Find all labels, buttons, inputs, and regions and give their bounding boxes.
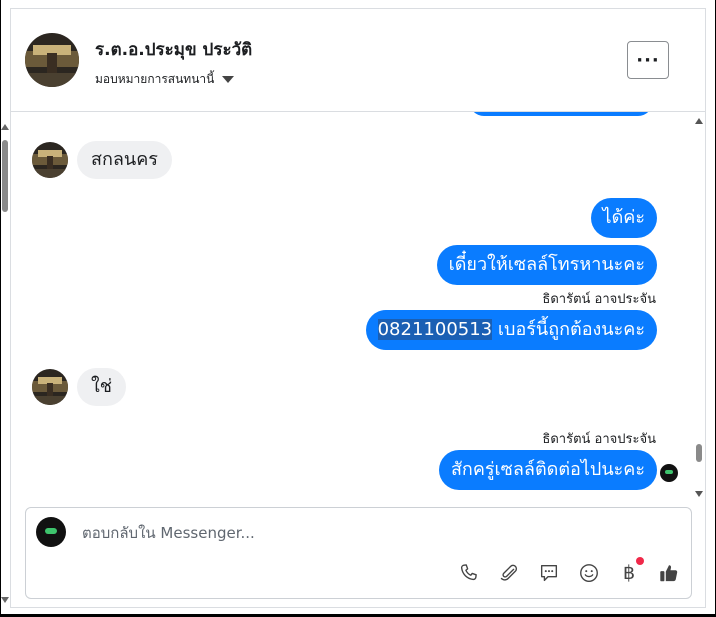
incoming-message: สกลนคร (77, 141, 172, 179)
contact-name: ร.ต.อ.ประมุข ประวัติ (95, 40, 253, 60)
paperclip-icon[interactable] (497, 561, 521, 585)
contact-photo-icon (32, 142, 68, 178)
notification-dot (636, 557, 644, 565)
outgoing-message: เดี๋ยวให้เซลล์โทรหานะคะ (436, 245, 657, 285)
contact-photo-icon (25, 33, 79, 87)
phone-icon[interactable] (457, 561, 481, 585)
scroll-down-arrow[interactable] (1, 597, 9, 603)
assign-label: มอบหมายการสนทนานี้ (95, 72, 215, 86)
caret-down-icon[interactable] (222, 76, 235, 83)
more-options-button[interactable]: ··· (627, 41, 669, 79)
conversation-panel: ร.ต.อ.ประมุข ประวัติ มอบหมายการสนทนานี้ … (10, 8, 706, 608)
thread-scrollbar[interactable] (693, 114, 705, 499)
message-thread: สกลนคร ได้ค่ะ เดี๋ยวให้เซลล์โทรหานะคะ ธิ… (11, 112, 705, 505)
outgoing-message: สักครู่เซลล์ติดต่อไปนะคะ (438, 450, 657, 490)
reply-input[interactable] (80, 520, 644, 546)
scroll-up-arrow[interactable] (695, 118, 703, 124)
scroll-thumb[interactable] (2, 140, 8, 212)
sender-label: ธิดารัตน์ อาจประจัน (542, 432, 656, 447)
conversation-header: ร.ต.อ.ประมุข ประวัติ มอบหมายการสนทนานี้ … (11, 9, 705, 112)
contact-avatar-small (32, 142, 68, 178)
outgoing-message: ได้ค่ะ (590, 198, 657, 238)
message-composer: ฿ (25, 507, 692, 599)
seen-indicator-avatar (660, 464, 678, 482)
previous-message-bubble (469, 112, 653, 116)
baht-icon[interactable]: ฿ (617, 557, 644, 585)
thumbs-up-icon[interactable] (657, 561, 681, 585)
scroll-thumb[interactable] (696, 444, 702, 462)
page-avatar (36, 517, 66, 547)
scroll-down-arrow[interactable] (695, 491, 703, 497)
contact-photo-icon (32, 369, 68, 405)
sender-label: ธิดารัตน์ อาจประจัน (542, 292, 656, 307)
composer-toolbar: ฿ (457, 557, 681, 586)
outgoing-message: 0821100513 เบอร์นี้ถูกต้องนะคะ (365, 310, 657, 350)
selected-phone-number[interactable]: 0821100513 (377, 319, 493, 340)
message-text: เบอร์นี้ถูกต้องนะคะ (492, 319, 645, 340)
baht-symbol: ฿ (622, 562, 636, 584)
incoming-message: ใช่ (77, 368, 127, 406)
contact-avatar[interactable] (25, 33, 79, 87)
scroll-up-arrow[interactable] (1, 124, 9, 130)
contact-avatar-small (32, 369, 68, 405)
assign-conversation[interactable]: มอบหมายการสนทนานี้ (95, 70, 235, 89)
smiley-icon[interactable] (577, 561, 601, 585)
chat-bubble-icon[interactable] (537, 561, 561, 585)
page-scrollbar[interactable] (0, 120, 10, 605)
